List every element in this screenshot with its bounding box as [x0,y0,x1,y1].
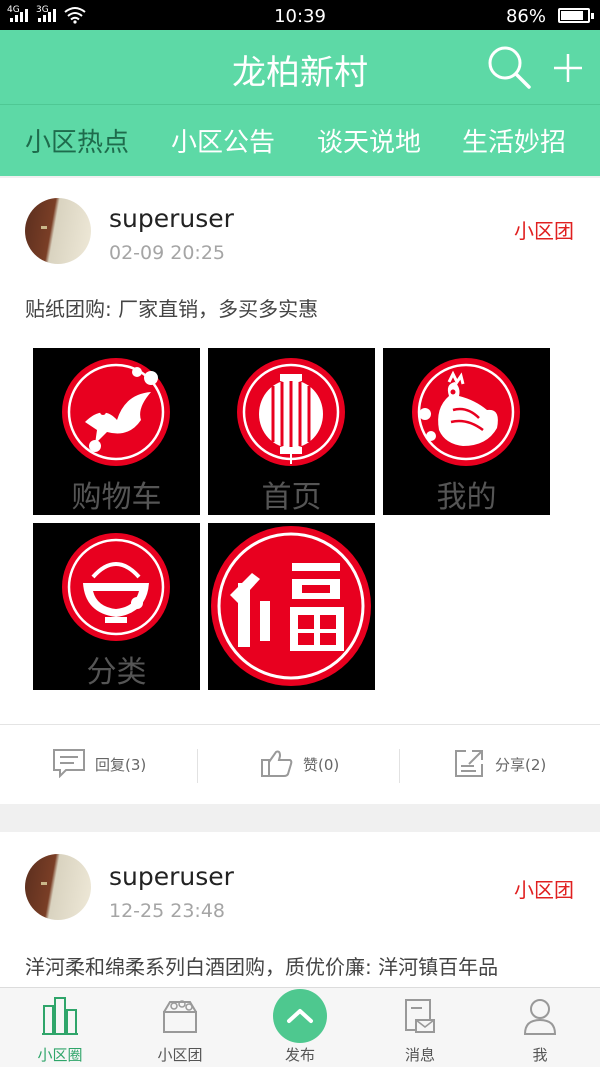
image-caption: 首页 [261,480,322,515]
post-time: 12-25 23:48 [109,900,226,922]
store-box-icon [163,1000,197,1033]
post-image[interactable] [208,523,375,690]
divider [197,749,198,783]
buildings-icon [42,997,78,1035]
message-icon [405,999,435,1033]
thumbs-up-icon [261,750,293,777]
nav-label: 小区团 [157,1046,203,1064]
reply-count: 回复(3) [95,756,147,774]
nav-label: 我 [532,1046,548,1064]
tab-notice[interactable]: 小区公告 [171,122,275,159]
post-username[interactable]: superuser [109,862,234,891]
tab-chat[interactable]: 谈天说地 [317,122,421,159]
post-time: 02-09 20:25 [109,242,226,264]
nav-me[interactable]: 我 [480,988,600,1067]
avatar[interactable] [25,854,91,920]
divider [399,749,400,783]
like-count: 赞(0) [303,756,340,774]
publish-button[interactable] [273,989,327,1043]
fu-papercut-icon [211,526,371,686]
nav-label: 消息 [404,1046,435,1064]
battery-percent: 86% [505,6,546,27]
post-username[interactable]: superuser [109,204,234,233]
avatar[interactable] [25,198,91,264]
user-icon [523,999,557,1035]
post-image[interactable]: 购物车 [33,348,200,515]
image-caption: 分类 [86,655,147,690]
nav-publish[interactable]: 发布 [240,988,360,1067]
nav-community-circle[interactable]: 小区圈 [0,988,120,1067]
post-image[interactable]: 首页 [208,348,375,515]
reply-button[interactable]: 回复(3) [50,725,170,805]
chevron-up-icon [287,1009,313,1023]
bottom-navigation: 小区圈 小区团 发布 消息 我 [0,987,600,1067]
nav-label: 发布 [284,1046,315,1064]
like-button[interactable]: 赞(0) [258,725,358,805]
share-count: 分享(2) [495,756,547,774]
app-header: 龙柏新村 [0,30,600,104]
plus-icon[interactable] [548,48,588,88]
post-category-tag[interactable]: 小区团 [514,874,574,903]
search-icon[interactable] [486,44,532,90]
tab-hot[interactable]: 小区热点 [25,122,129,159]
image-caption: 购物车 [71,480,162,515]
comment-icon [53,749,85,778]
share-icon [455,750,483,777]
image-caption: 我的 [436,480,497,515]
post-action-bar: 回复(3) 赞(0) 分享(2) [0,724,600,804]
post-image[interactable]: 分类 [33,523,200,690]
nav-label: 小区圈 [37,1046,83,1064]
post-category-tag[interactable]: 小区团 [514,215,574,244]
post-card[interactable]: superuser 12-25 23:48 小区团 洋河柔和绵柔系列白酒团购，质… [0,832,600,990]
tab-tips[interactable]: 生活妙招 [462,122,566,159]
nav-group-buy[interactable]: 小区团 [120,988,240,1067]
battery-icon [558,8,594,23]
nav-messages[interactable]: 消息 [360,988,480,1067]
status-bar: 4G 3G 10:39 86% [0,0,600,30]
post-text[interactable]: 洋河柔和绵柔系列白酒团购，质优价廉: 洋河镇百年品 [25,951,498,980]
share-button[interactable]: 分享(2) [450,725,560,805]
category-tabs: 小区热点 小区公告 谈天说地 生活妙招 [0,104,600,176]
post-card[interactable]: superuser 02-09 20:25 小区团 贴纸团购: 厂家直销，多买多… [0,178,600,804]
post-image[interactable]: 我的 [383,348,550,515]
post-text[interactable]: 贴纸团购: 厂家直销，多买多实惠 [25,293,318,322]
